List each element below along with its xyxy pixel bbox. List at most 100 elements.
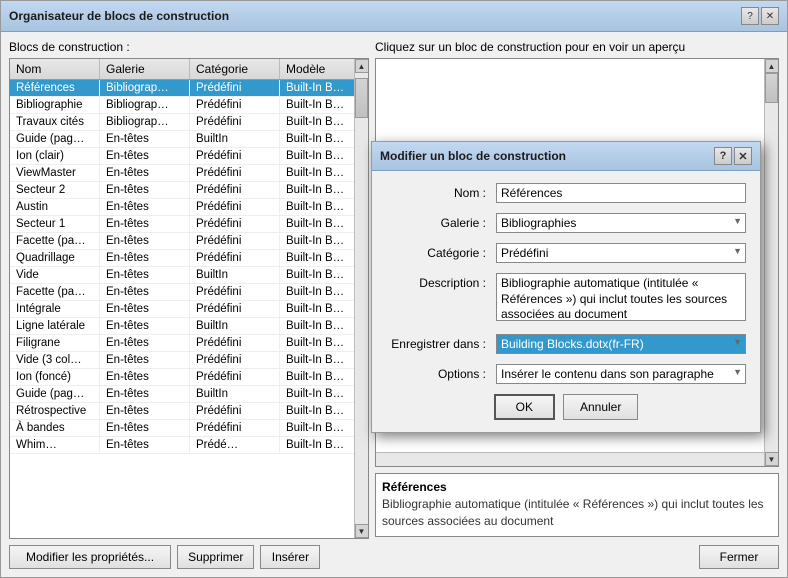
fermer-button[interactable]: Fermer (699, 545, 779, 569)
table-row[interactable]: RéférencesBibliograp…PrédéfiniBuilt-In B… (10, 80, 354, 97)
td-galerie: En-têtes (100, 369, 190, 385)
td-nom: Quadrillage (10, 250, 100, 266)
pv-scroll-down[interactable]: ▼ (765, 452, 779, 466)
table-row[interactable]: Facette (pa…En-têtesPrédéfiniBuilt-In B… (10, 284, 354, 301)
table-row[interactable]: Travaux citésBibliograp…PrédéfiniBuilt-I… (10, 114, 354, 131)
insert-button[interactable]: Insérer (260, 545, 320, 569)
td-nom: Vide (3 col… (10, 352, 100, 368)
td-galerie: En-têtes (100, 403, 190, 419)
td-nom: Rétrospective (10, 403, 100, 419)
enregistrer-select[interactable]: Building Blocks.dotx(fr-FR) (496, 334, 746, 354)
table-row[interactable]: RétrospectiveEn-têtesPrédéfiniBuilt-In B… (10, 403, 354, 420)
table-row[interactable]: Whim…En-têtesPrédé…Built-In B… (10, 437, 354, 454)
pv-scroll-thumb[interactable] (765, 73, 778, 103)
td-modele: Built-In B… (280, 199, 354, 215)
td-nom: Ligne latérale (10, 318, 100, 334)
nom-control (496, 183, 746, 203)
ok-button[interactable]: OK (494, 394, 555, 420)
table-row[interactable]: FiligraneEn-têtesPrédéfiniBuilt-In B… (10, 335, 354, 352)
table-row[interactable]: Vide (3 col…En-têtesPrédéfiniBuilt-In B… (10, 352, 354, 369)
td-categorie: Prédéfini (190, 80, 280, 96)
scroll-thumb[interactable] (355, 78, 368, 118)
scroll-up[interactable]: ▲ (355, 59, 369, 73)
options-select[interactable]: Insérer le contenu dans son paragraphe (496, 364, 746, 384)
sub-close-button[interactable]: ✕ (734, 147, 752, 165)
title-bar-buttons: ? ✕ (741, 7, 779, 25)
td-galerie: En-têtes (100, 148, 190, 164)
table-row[interactable]: Ion (clair)En-têtesPrédéfiniBuilt-In B… (10, 148, 354, 165)
pv-scroll-track[interactable] (765, 73, 778, 452)
table-row[interactable]: À bandesEn-têtesPrédéfiniBuilt-In B… (10, 420, 354, 437)
preview-hscrollbar[interactable] (376, 452, 764, 466)
td-nom: Austin (10, 199, 100, 215)
nom-label: Nom : (386, 183, 496, 200)
td-categorie: Prédéfini (190, 233, 280, 249)
table-scrollbar[interactable]: ▲ ▼ (354, 59, 368, 538)
col-modele[interactable]: Modèle (280, 59, 354, 79)
nom-row: Nom : (386, 183, 746, 203)
delete-button[interactable]: Supprimer (177, 545, 254, 569)
col-nom[interactable]: Nom (10, 59, 100, 79)
col-categorie[interactable]: Catégorie (190, 59, 280, 79)
td-galerie: En-têtes (100, 420, 190, 436)
td-categorie: Prédé… (190, 437, 280, 453)
categorie-select[interactable]: Prédéfini (496, 243, 746, 263)
table-row[interactable]: ViewMasterEn-têtesPrédéfiniBuilt-In B… (10, 165, 354, 182)
td-categorie: Prédéfini (190, 114, 280, 130)
modify-properties-button[interactable]: Modifier les propriétés... (9, 545, 171, 569)
td-modele: Built-In B… (280, 318, 354, 334)
td-nom: Secteur 1 (10, 216, 100, 232)
description-input[interactable]: Bibliographie automatique (intitulée « R… (496, 273, 746, 321)
table-body[interactable]: RéférencesBibliograp…PrédéfiniBuilt-In B… (10, 80, 354, 538)
td-nom: Bibliographie (10, 97, 100, 113)
td-modele: Built-In B… (280, 131, 354, 147)
galerie-select[interactable]: Bibliographies (496, 213, 746, 233)
help-button[interactable]: ? (741, 7, 759, 25)
enregistrer-select-wrapper: Building Blocks.dotx(fr-FR) (496, 334, 746, 354)
td-modele: Built-In B… (280, 97, 354, 113)
description-row: Description : Bibliographie automatique … (386, 273, 746, 324)
td-modele: Built-In B… (280, 386, 354, 402)
table-row[interactable]: Secteur 2En-têtesPrédéfiniBuilt-In B… (10, 182, 354, 199)
table-row[interactable]: Ligne latéraleEn-têtesBuiltInBuilt-In B… (10, 318, 354, 335)
table-row[interactable]: BibliographieBibliograp…PrédéfiniBuilt-I… (10, 97, 354, 114)
td-categorie: Prédéfini (190, 199, 280, 215)
blocks-table: Nom Galerie Catégorie Modèle RéférencesB… (9, 58, 369, 539)
bottom-buttons: Modifier les propriétés... Supprimer Ins… (9, 545, 369, 569)
col-galerie[interactable]: Galerie (100, 59, 190, 79)
table-row[interactable]: VideEn-têtesBuiltInBuilt-In B… (10, 267, 354, 284)
table-row[interactable]: Guide (pag…En-têtesBuiltInBuilt-In B… (10, 131, 354, 148)
td-modele: Built-In B… (280, 267, 354, 283)
scroll-track[interactable] (355, 73, 368, 524)
td-categorie: Prédéfini (190, 352, 280, 368)
close-btn-area: Fermer (375, 545, 779, 569)
table-row[interactable]: Secteur 1En-têtesPrédéfiniBuilt-In B… (10, 216, 354, 233)
table-row[interactable]: Ion (foncé)En-têtesPrédéfiniBuilt-In B… (10, 369, 354, 386)
cancel-button[interactable]: Annuler (563, 394, 638, 420)
categorie-row: Catégorie : Prédéfini (386, 243, 746, 263)
nom-input[interactable] (496, 183, 746, 203)
preview-vscrollbar[interactable]: ▲ ▼ (764, 59, 778, 466)
td-categorie: Prédéfini (190, 369, 280, 385)
table-row[interactable]: IntégraleEn-têtesPrédéfiniBuilt-In B… (10, 301, 354, 318)
table-row[interactable]: Guide (pag…En-têtesBuiltInBuilt-In B… (10, 386, 354, 403)
table-row[interactable]: AustinEn-têtesPrédéfiniBuilt-In B… (10, 199, 354, 216)
td-nom: Ion (clair) (10, 148, 100, 164)
sub-help-button[interactable]: ? (714, 147, 732, 165)
table-row[interactable]: Facette (pa…En-têtesPrédéfiniBuilt-In B… (10, 233, 354, 250)
td-modele: Built-In B… (280, 114, 354, 130)
sub-title-bar: Modifier un bloc de construction ? ✕ (372, 142, 760, 171)
close-button-main[interactable]: ✕ (761, 7, 779, 25)
main-title-bar: Organisateur de blocs de construction ? … (1, 1, 787, 32)
categorie-control: Prédéfini (496, 243, 746, 263)
td-categorie: Prédéfini (190, 403, 280, 419)
scroll-down[interactable]: ▼ (355, 524, 369, 538)
table-row[interactable]: QuadrillageEn-têtesPrédéfiniBuilt-In B… (10, 250, 354, 267)
galerie-select-wrapper: Bibliographies (496, 213, 746, 233)
pv-scroll-up[interactable]: ▲ (765, 59, 779, 73)
sub-dialog-buttons: OK Annuler (386, 394, 746, 420)
td-nom: Ion (foncé) (10, 369, 100, 385)
td-nom: Facette (pa… (10, 233, 100, 249)
td-galerie: En-têtes (100, 182, 190, 198)
td-modele: Built-In B… (280, 369, 354, 385)
